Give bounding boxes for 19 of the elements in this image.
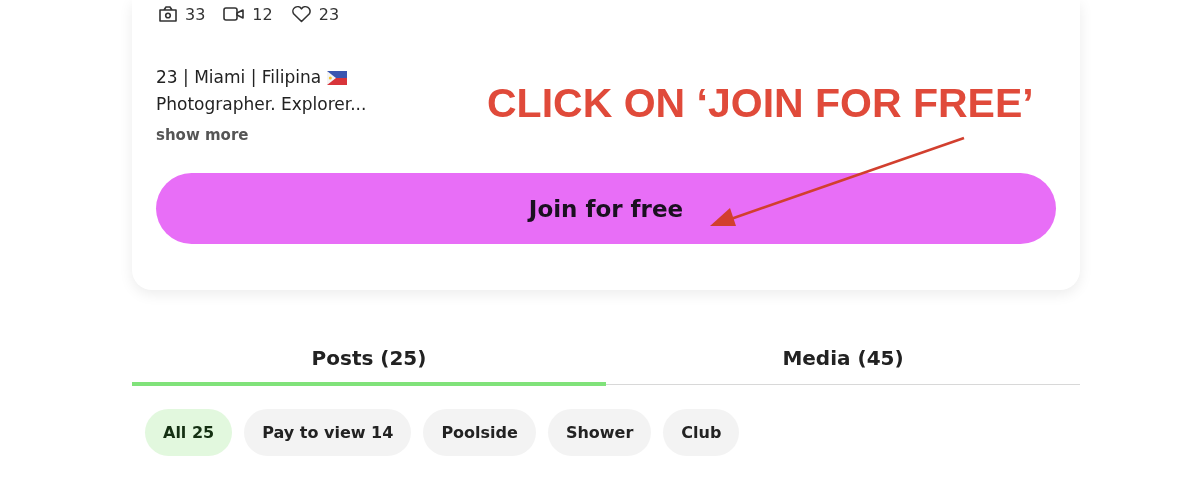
join-button[interactable]: Join for free [156, 173, 1056, 244]
video-camera-icon [223, 6, 246, 22]
filter-chip[interactable]: Pay to view 14 [244, 409, 412, 456]
tab[interactable]: Media (45) [606, 334, 1080, 386]
flag-icon [327, 70, 348, 85]
filter-chip[interactable]: Club [663, 409, 740, 456]
stat-count: 33 [185, 4, 206, 24]
filter-chip[interactable]: Poolside [423, 409, 536, 456]
filter-chip[interactable]: All 25 [145, 409, 233, 456]
camera-icon [158, 5, 178, 23]
heart-icon [290, 5, 312, 23]
stat-count: 12 [252, 4, 273, 24]
annotation-text: CLICK ON ‘JOIN FOR FREE’ [487, 80, 1034, 127]
bio-text: 23 | Miami | Filipina [156, 66, 322, 89]
tab[interactable]: Posts (25) [132, 334, 606, 386]
filter-chip[interactable]: Shower [547, 409, 652, 456]
stat-count: 23 [318, 4, 340, 24]
show-more-link[interactable]: show more [156, 126, 249, 144]
bio-text: Photographer. Explorer... [156, 93, 367, 116]
